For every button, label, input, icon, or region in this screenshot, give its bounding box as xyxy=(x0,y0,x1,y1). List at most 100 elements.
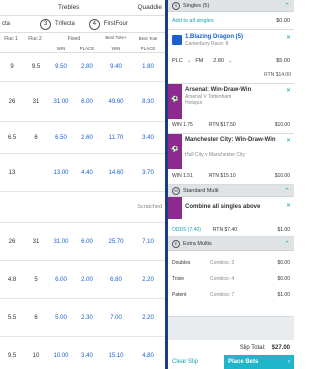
remove-bet-icon[interactable]: ✕ xyxy=(286,34,291,41)
tote-place-odds[interactable]: 3.40 xyxy=(132,135,164,141)
trifecta-number-icon: 3 xyxy=(40,18,52,30)
multi-icon: M xyxy=(172,186,180,195)
multi-stake-input[interactable]: $1.00 xyxy=(277,227,290,233)
fixed-place-odds[interactable]: 4.40 xyxy=(74,170,100,176)
tote-win-odds[interactable]: 25.70 xyxy=(100,239,132,245)
fixed-place-odds[interactable]: 2.30 xyxy=(74,315,100,321)
fixed-win-odds[interactable]: 31.00 xyxy=(48,99,74,105)
tote-place-odds[interactable]: 3.70 xyxy=(132,170,164,176)
fixed-win-odds[interactable]: 13.00 xyxy=(48,170,74,176)
chevron-up-icon[interactable]: ⌃ xyxy=(284,240,290,248)
fixed-win-odds[interactable]: 6.00 xyxy=(48,277,74,283)
chevron-up-icon[interactable]: ⌃ xyxy=(284,187,290,195)
runner-row: 6.5 6 6.50 2.60 11.70 3.40 xyxy=(0,122,165,154)
tote-place-odds[interactable]: 1.80 xyxy=(132,64,164,70)
extra-multi-stake[interactable]: $0.00 xyxy=(277,260,290,266)
fixed-win-odds[interactable]: 31.00 xyxy=(48,239,74,245)
place-header: PLACE xyxy=(79,45,95,51)
runner-row-scratched: Scratched xyxy=(0,192,165,223)
tote-place-odds[interactable]: 7.10 xyxy=(132,239,164,245)
tab-trebles[interactable]: Trebles xyxy=(58,4,79,11)
win-header-2: WIN xyxy=(111,45,121,51)
fixed-win-odds[interactable]: 10.00 xyxy=(48,353,74,359)
fluc1-value: 13 xyxy=(8,169,16,176)
remove-bet-icon[interactable]: ✕ xyxy=(286,87,291,94)
fixed-place-odds[interactable]: 2.60 xyxy=(74,135,100,141)
fixed-label: FM xyxy=(195,58,204,64)
tote-place-odds[interactable]: 2.20 xyxy=(132,277,164,283)
fixed-header: Fixed xyxy=(67,35,81,42)
silks-icon xyxy=(172,35,182,45)
fixed-win-odds[interactable]: 5.00 xyxy=(48,315,74,321)
stake-input[interactable]: $10.00 xyxy=(275,122,290,128)
place-bets-label: Place Bets xyxy=(228,359,259,365)
bet-odds: WIN 1.51 xyxy=(172,173,193,179)
remove-multi-icon[interactable]: ✕ xyxy=(286,202,291,209)
tote-win-odds[interactable]: 7.00 xyxy=(100,315,132,321)
tote-place-odds[interactable]: 4.80 xyxy=(132,353,164,359)
fluc1-header: Fluc 1 xyxy=(4,35,18,42)
chevron-up-icon[interactable]: ⌃ xyxy=(284,2,290,10)
chevron-down-icon[interactable]: ⌄ xyxy=(187,58,192,64)
chevron-right-icon: › xyxy=(288,359,290,365)
bet-type[interactable]: PLC xyxy=(172,58,183,64)
tote-win-odds[interactable]: 49.60 xyxy=(100,99,132,105)
add-all-singles-label: Add to all singles xyxy=(172,17,214,24)
remove-bet-icon[interactable]: ✕ xyxy=(286,137,291,144)
fluc2-value: 5 xyxy=(34,276,38,283)
bet-name: Manchester City: Win-Draw-Win xyxy=(185,137,276,143)
chevron-down-icon-2[interactable]: ⌄ xyxy=(228,58,233,64)
fixed-win-odds[interactable]: 9.50 xyxy=(48,64,74,70)
stake-input[interactable]: $10.00 xyxy=(275,173,290,179)
fixed-place-odds[interactable]: 2.80 xyxy=(74,64,100,70)
runner-row: 5.5 6 5.00 2.30 7.00 2.20 xyxy=(0,299,165,337)
extra-multi-stake[interactable]: $1.00 xyxy=(277,292,290,298)
tote-win-odds[interactable]: 6.80 xyxy=(100,277,132,283)
fixed-place-odds[interactable]: 6.00 xyxy=(74,99,100,105)
fluc1-value: 26 xyxy=(8,98,16,105)
extra-multi-name: Trixie xyxy=(172,276,185,282)
fixed-win-odds[interactable]: 6.50 xyxy=(48,135,74,141)
extra-multi-stake[interactable]: $0.00 xyxy=(277,276,290,282)
tote-win-odds[interactable]: 14.60 xyxy=(100,170,132,176)
tab-quaddie[interactable]: Quaddie xyxy=(137,4,162,11)
combo-exacta[interactable]: cta xyxy=(2,21,10,27)
tote-win-odds[interactable]: 9.40 xyxy=(100,64,132,70)
tote-place-odds[interactable]: 8.30 xyxy=(132,99,164,105)
add-all-singles-value[interactable]: $0.00 xyxy=(276,18,290,24)
firstfour-number-icon: 4 xyxy=(88,18,100,30)
extra-multi-combos: Combos: 7 xyxy=(210,292,235,298)
fluc2-value: 31 xyxy=(32,98,40,105)
clear-slip-button[interactable]: Clear Slip xyxy=(168,355,224,369)
extra-multi-row: Doubles Combos: 3 $0.00 xyxy=(172,255,290,271)
fluc2-value: 31 xyxy=(32,238,40,245)
fluc2-value: 6 xyxy=(34,314,38,321)
best-tote-plus-header: Best Tote+ xyxy=(105,35,127,41)
fixed-place-odds[interactable]: 3.40 xyxy=(74,353,100,359)
bet-type-tabs: Trebles Quaddie xyxy=(0,0,165,16)
tote-win-odds[interactable]: 11.70 xyxy=(100,135,132,141)
standard-multi-header[interactable]: M Standard Multi ⌃ xyxy=(168,185,294,197)
bet-slip: S Singles (5) ⌃ Add to all singles $0.00… xyxy=(168,0,294,369)
fluc1-value: 6.5 xyxy=(7,134,17,141)
fluc1-value: 9 xyxy=(10,64,14,70)
win-header: WIN xyxy=(56,45,66,51)
tote-win-odds[interactable]: 15.10 xyxy=(100,353,132,359)
extra-multis-icon: E xyxy=(172,239,180,248)
singles-header[interactable]: S Singles (5) ⌃ xyxy=(168,0,294,12)
stake-input[interactable]: $5.00 xyxy=(276,58,290,64)
fixed-place-odds[interactable]: 6.00 xyxy=(74,239,100,245)
fluc1-value: 26 xyxy=(8,238,16,245)
combine-singles-label: Combine all singles above xyxy=(185,204,261,210)
trifecta-label: Trifecta xyxy=(55,21,75,27)
place-bets-button[interactable]: Place Bets › xyxy=(224,355,294,369)
combo-trifecta[interactable]: 3 Trifecta xyxy=(40,18,75,30)
fluc2-value: 10 xyxy=(32,352,40,359)
slip-total-label: Slip Total: xyxy=(239,344,266,351)
bet-return: RTN $14.00 xyxy=(264,72,291,78)
add-all-singles-row[interactable]: Add to all singles $0.00 xyxy=(168,12,294,30)
tote-place-odds[interactable]: 2.20 xyxy=(132,315,164,321)
extra-multis-header[interactable]: E Extra Multis ⌃ xyxy=(168,237,294,251)
combo-firstfour[interactable]: 4 FirstFour xyxy=(88,18,128,30)
fixed-place-odds[interactable]: 2.00 xyxy=(74,277,100,283)
